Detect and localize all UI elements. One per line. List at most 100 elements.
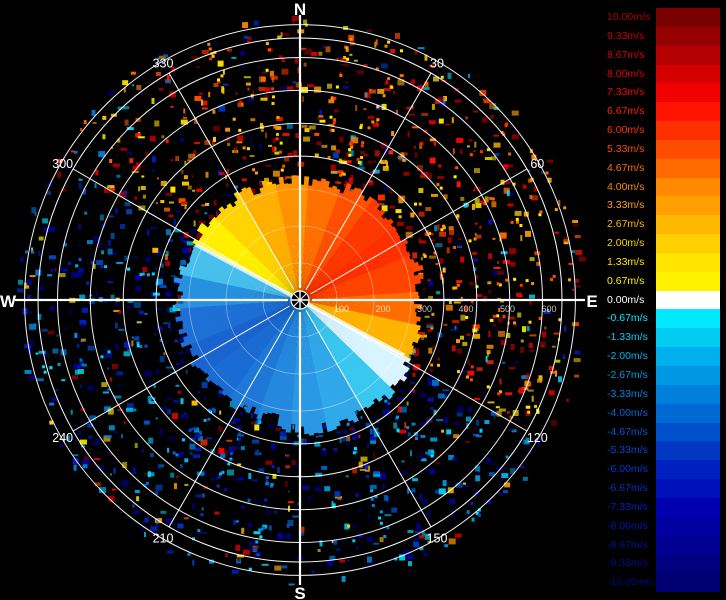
echo-speck <box>382 159 386 162</box>
echo-streak <box>369 88 372 92</box>
echo-streak <box>436 183 440 187</box>
echo-speck <box>49 305 55 311</box>
echo-speck <box>408 113 416 116</box>
echo-speck <box>420 421 425 425</box>
echo-speck <box>498 330 506 337</box>
echo-speck <box>339 559 346 563</box>
echo-speck <box>149 379 152 385</box>
echo-speck <box>467 73 470 78</box>
echo-speck <box>510 344 515 350</box>
echo-speck <box>202 100 208 106</box>
echo-speck <box>158 87 164 91</box>
echo-speck <box>136 496 140 502</box>
echo-speck <box>427 329 433 333</box>
echo-speck <box>360 415 363 419</box>
radar-scope[interactable]: 100 200 300 400 500 600 30 60 120 150 210 240 300 33… <box>0 0 600 600</box>
echo-speck <box>56 334 59 337</box>
echo-speck <box>292 424 295 430</box>
legend-row: 5.33m/s <box>604 139 722 159</box>
echo-speck <box>270 75 278 80</box>
echo-speck <box>78 224 81 230</box>
echo-speck <box>47 191 51 195</box>
echo-speck <box>226 194 232 197</box>
echo-speck <box>181 201 188 205</box>
echo-streak <box>31 250 35 254</box>
echo-speck <box>472 324 480 329</box>
echo-speck <box>429 469 436 475</box>
echo-speck <box>544 326 547 330</box>
echo-speck <box>366 443 369 449</box>
echo-speck <box>285 176 292 179</box>
echo-speck <box>382 483 385 489</box>
bearing-label-60: 60 <box>530 157 544 171</box>
echo-speck <box>336 57 339 60</box>
echo-speck <box>411 488 416 493</box>
echo-speck <box>144 370 152 377</box>
echo-speck <box>58 273 66 278</box>
echo-speck <box>161 135 165 139</box>
echo-speck <box>356 546 359 550</box>
echo-streak <box>489 318 493 322</box>
echo-speck <box>26 295 30 299</box>
echo-speck <box>413 145 416 149</box>
echo-speck <box>446 247 450 254</box>
echo-speck <box>502 361 506 364</box>
echo-speck <box>391 507 398 513</box>
echo-streak <box>539 210 543 214</box>
echo-speck <box>307 84 315 88</box>
echo-speck <box>420 499 428 505</box>
echo-speck <box>29 374 35 380</box>
echo-speck <box>352 539 356 543</box>
echo-speck <box>194 96 202 101</box>
echo-speck <box>160 510 167 514</box>
echo-streak <box>260 527 264 531</box>
echo-speck <box>182 181 189 186</box>
echo-speck <box>151 169 155 172</box>
echo-speck <box>133 301 141 308</box>
echo-speck <box>529 334 537 337</box>
echo-speck <box>317 435 323 438</box>
echo-streak <box>489 196 493 200</box>
echo-speck <box>201 493 205 498</box>
echo-speck <box>70 409 73 415</box>
legend-label: -9.33m/s <box>607 557 648 570</box>
echo-speck <box>484 157 492 160</box>
echo-speck <box>486 344 494 349</box>
echo-streak <box>378 516 381 520</box>
range-label: 500 <box>500 304 515 314</box>
echo-speck <box>465 116 469 120</box>
legend-row: 4.00m/s <box>604 177 722 197</box>
echo-speck <box>107 281 114 284</box>
echo-speck <box>149 135 156 142</box>
echo-streak <box>496 314 500 318</box>
echo-speck <box>77 272 83 277</box>
echo-speck <box>447 72 452 79</box>
echo-speck <box>110 473 113 476</box>
echo-speck <box>484 420 490 424</box>
echo-streak <box>453 246 456 249</box>
echo-speck <box>101 250 105 255</box>
echo-speck <box>522 326 526 333</box>
echo-speck <box>468 281 474 286</box>
echo-speck <box>437 357 440 361</box>
echo-speck <box>78 430 81 435</box>
echo-speck <box>161 405 168 410</box>
echo-speck <box>410 381 416 384</box>
echo-speck <box>389 205 396 209</box>
echo-speck <box>214 511 220 515</box>
echo-speck <box>360 151 365 155</box>
echo-speck <box>242 549 250 555</box>
echo-speck <box>438 488 446 495</box>
echo-speck <box>113 467 116 474</box>
echo-streak <box>371 504 375 507</box>
echo-streak <box>387 40 391 44</box>
echo-streak <box>376 118 380 122</box>
echo-speck <box>201 204 206 207</box>
echo-speck <box>268 525 272 531</box>
echo-speck <box>195 209 200 213</box>
echo-speck <box>419 494 423 499</box>
echo-speck <box>359 468 366 471</box>
echo-speck <box>205 171 209 178</box>
echo-streak <box>276 132 279 136</box>
echo-speck <box>167 447 170 453</box>
